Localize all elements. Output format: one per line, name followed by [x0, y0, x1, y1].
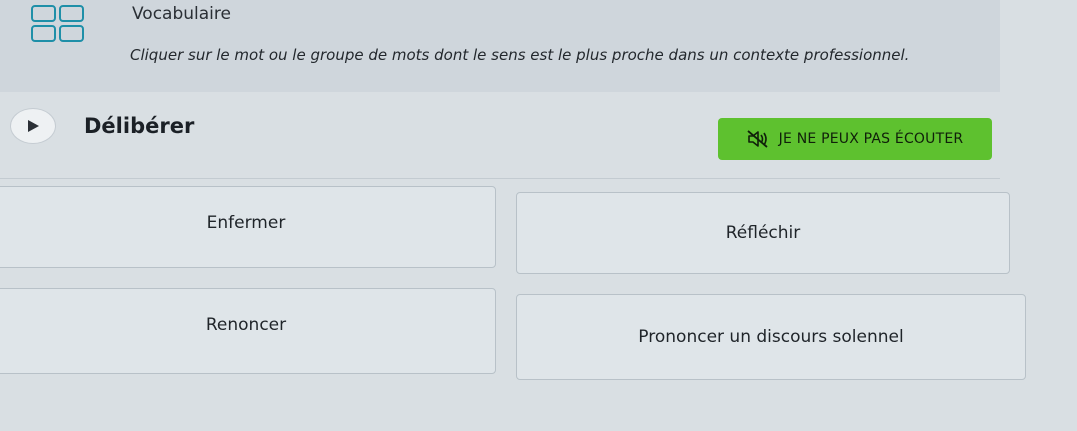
cant-listen-label: JE NE PEUX PAS ÉCOUTER [778, 131, 964, 147]
page-title: Vocabulaire [132, 4, 231, 24]
answer-label: Réfléchir [725, 223, 801, 243]
play-audio-button[interactable] [10, 108, 56, 144]
instruction-text: Cliquer sur le mot ou le groupe de mots … [130, 46, 910, 64]
question-word: Délibérer [84, 114, 195, 138]
vocabulary-grid-icon [31, 5, 84, 42]
divider [0, 178, 1000, 179]
answer-label: Renoncer [205, 315, 287, 335]
answer-option-reflechir[interactable]: Réfléchir [516, 192, 1010, 274]
answer-option-renoncer[interactable]: Renoncer [0, 288, 496, 374]
answer-option-prononcer-discours[interactable]: Prononcer un discours solennel [516, 294, 1026, 380]
answer-label: Prononcer un discours solennel [638, 327, 904, 347]
answer-label: Enfermer [206, 213, 286, 233]
answer-option-enfermer[interactable]: Enfermer [0, 186, 496, 268]
speaker-muted-icon [747, 130, 768, 148]
cant-listen-button[interactable]: JE NE PEUX PAS ÉCOUTER [718, 118, 992, 160]
exercise-header: Vocabulaire Cliquer sur le mot ou le gro… [0, 0, 1000, 92]
play-icon [28, 120, 39, 132]
